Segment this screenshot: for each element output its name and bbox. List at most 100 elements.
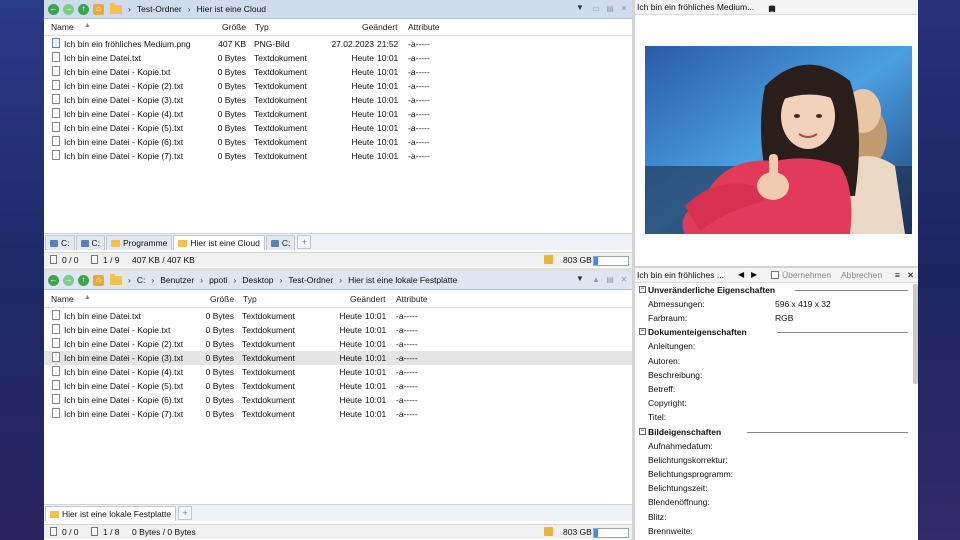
close-icon[interactable]: ✕: [907, 270, 914, 281]
close-icon[interactable]: ✕: [618, 273, 630, 285]
property-row[interactable]: Blitz:: [635, 510, 918, 524]
chevron-down-icon[interactable]: ▼: [576, 274, 584, 283]
table-row[interactable]: Ich bin eine Datei - Kopie (7).txt 0 Byte…: [44, 407, 632, 421]
breadcrumb-item[interactable]: Benutzer: [156, 275, 198, 285]
table-row[interactable]: Ich bin eine Datei.txt 0 Bytes Textdokumen…: [44, 309, 632, 323]
property-row[interactable]: Abmessungen: 596 x 419 x 32: [635, 297, 918, 311]
top-address-bar[interactable]: ← → ↑ ⌂ › Test-Ordner › Hier ist eine Cl…: [44, 0, 632, 19]
tab-hier-ist-eine-lokale-festplatte[interactable]: Hier ist eine lokale Festplatte: [45, 506, 177, 521]
apply-button[interactable]: Übernehmen: [782, 270, 831, 280]
file-name: Ich bin eine Datei - Kopie.txt: [64, 325, 171, 335]
table-row[interactable]: Ich bin eine Datei - Kopie.txt 0 Bytes Tex…: [44, 65, 632, 79]
tab-drive-c[interactable]: C:: [75, 235, 105, 250]
back-arrow-icon[interactable]: ←: [48, 3, 59, 15]
tab-hier-ist-eine-cloud[interactable]: Hier ist eine Cloud: [173, 235, 265, 250]
up-arrow-icon[interactable]: ↑: [78, 3, 89, 15]
property-row[interactable]: Titel:: [635, 410, 918, 424]
property-section[interactable]: − Bildeigenschaften: [635, 425, 918, 439]
table-row[interactable]: Ich bin eine Datei - Kopie.txt 0 Bytes Tex…: [44, 323, 632, 337]
add-tab-button[interactable]: +: [297, 235, 312, 249]
tab-programme[interactable]: Programme: [106, 235, 173, 250]
column-attributes[interactable]: Attribute: [408, 22, 440, 32]
apply-checkbox[interactable]: [771, 271, 779, 279]
pane-menu-icon[interactable]: ▤: [604, 273, 616, 285]
column-changed[interactable]: Geändert: [362, 22, 397, 32]
property-row[interactable]: Copyright:: [635, 396, 918, 410]
pin-icon[interactable]: ▭: [590, 2, 602, 14]
breadcrumb-item[interactable]: ppoti: [205, 275, 231, 285]
bottom-address-bar[interactable]: ← → ↑ ⌂ › C: › Benutzer › ppoti › Deskto…: [44, 271, 632, 290]
property-row[interactable]: Aufnahmedatum:: [635, 439, 918, 453]
selection-icon: [50, 255, 57, 264]
bottom-status-bar: 0 / 0 1 / 8 0 Bytes / 0 Bytes 803 GB: [44, 524, 632, 539]
property-row[interactable]: Autoren:: [635, 354, 918, 368]
property-row[interactable]: Belichtungsprogramm:: [635, 467, 918, 481]
property-row[interactable]: Betreff:: [635, 382, 918, 396]
menu-icon[interactable]: ≡: [895, 270, 900, 280]
property-row[interactable]: Farbraum: RGB: [635, 311, 918, 325]
close-icon[interactable]: ✕: [618, 2, 630, 14]
column-name[interactable]: Name: [51, 22, 74, 32]
column-changed[interactable]: Geändert: [350, 294, 385, 304]
column-type[interactable]: Typ: [243, 294, 257, 304]
property-row[interactable]: Brennweite:: [635, 524, 918, 538]
table-row[interactable]: Ich bin eine Datei - Kopie (2).txt 0 Byte…: [44, 337, 632, 351]
property-row[interactable]: Anleitungen:: [635, 339, 918, 353]
disk-usage-bar: [593, 256, 629, 266]
column-name[interactable]: Name: [51, 294, 74, 304]
breadcrumb-item[interactable]: Hier ist eine Cloud: [193, 4, 270, 14]
breadcrumb-item[interactable]: C:: [133, 275, 150, 285]
table-row[interactable]: Ich bin eine Datei - Kopie (3).txt 0 Byte…: [44, 93, 632, 107]
back-arrow-icon[interactable]: ←: [48, 274, 59, 286]
chevron-down-icon[interactable]: ▼: [576, 3, 584, 12]
pane-menu-icon[interactable]: ▤: [604, 2, 616, 14]
section-divider: [747, 431, 908, 433]
column-attributes[interactable]: Attribute: [396, 294, 428, 304]
file-attributes: -a-----: [408, 81, 430, 91]
column-type[interactable]: Typ: [255, 22, 269, 32]
home-icon[interactable]: ⌂: [93, 274, 104, 286]
collapse-icon[interactable]: −: [639, 286, 646, 293]
close-icon[interactable]: ✕: [767, 3, 777, 14]
property-section[interactable]: − Unveränderliche Eigenschaften: [635, 283, 918, 297]
next-icon[interactable]: ▶: [751, 270, 757, 279]
up-arrow-icon[interactable]: ↑: [78, 274, 89, 286]
collapse-icon[interactable]: −: [639, 427, 646, 435]
breadcrumb-item[interactable]: Test-Ordner: [284, 275, 337, 285]
cancel-button[interactable]: Abbrechen: [841, 270, 882, 280]
table-row[interactable]: Ich bin eine Datei.txt 0 Bytes Textdokumen…: [44, 51, 632, 65]
tab-drive-c[interactable]: C:: [265, 235, 296, 250]
home-icon[interactable]: ⌂: [93, 3, 104, 15]
scrollbar[interactable]: [913, 284, 918, 384]
previous-icon[interactable]: ◀: [738, 270, 744, 279]
pin-icon[interactable]: ▲: [590, 273, 602, 285]
property-row[interactable]: Beschreibung:: [635, 368, 918, 382]
table-row[interactable]: Ich bin eine Datei - Kopie (3).txt 0 Byte…: [44, 351, 632, 365]
table-row[interactable]: Ich bin eine Datei - Kopie (4).txt 0 Byte…: [44, 365, 632, 379]
table-row[interactable]: Ich bin eine Datei - Kopie (2).txt 0 Byte…: [44, 79, 632, 93]
section-divider: [777, 332, 908, 334]
file-date: Heute: [339, 409, 362, 419]
table-row[interactable]: Ich bin ein fröhliches Medium.png 407 KB P…: [44, 37, 632, 51]
forward-arrow-icon[interactable]: →: [63, 274, 74, 286]
table-row[interactable]: Ich bin eine Datei - Kopie (6).txt 0 Byte…: [44, 393, 632, 407]
table-row[interactable]: Ich bin eine Datei - Kopie (5).txt 0 Byte…: [44, 121, 632, 135]
table-row[interactable]: Ich bin eine Datei - Kopie (4).txt 0 Byte…: [44, 107, 632, 121]
table-row[interactable]: Ich bin eine Datei - Kopie (7).txt 0 Byte…: [44, 149, 632, 163]
tab-drive-c[interactable]: C:: [45, 235, 75, 250]
property-section[interactable]: − Dokumenteigenschaften: [635, 325, 918, 339]
property-row[interactable]: Blendenöffnung:: [635, 495, 918, 509]
column-size[interactable]: Größe: [222, 22, 246, 32]
forward-arrow-icon[interactable]: →: [63, 3, 74, 15]
file-name: Ich bin eine Datei.txt: [64, 53, 142, 63]
breadcrumb-item[interactable]: Desktop: [238, 275, 277, 285]
breadcrumb-item[interactable]: Test-Ordner: [133, 4, 186, 14]
table-row[interactable]: Ich bin eine Datei - Kopie (6).txt 0 Byte…: [44, 135, 632, 149]
property-row[interactable]: Belichtungskorrektur:: [635, 453, 918, 467]
column-size[interactable]: Größe: [210, 294, 234, 304]
property-row[interactable]: Belichtungszeit:: [635, 481, 918, 495]
collapse-icon[interactable]: −: [639, 328, 646, 336]
table-row[interactable]: Ich bin eine Datei - Kopie (5).txt 0 Byte…: [44, 379, 632, 393]
breadcrumb-item[interactable]: Hier ist eine lokale Festplatte: [344, 275, 461, 285]
add-tab-button[interactable]: +: [178, 506, 193, 520]
